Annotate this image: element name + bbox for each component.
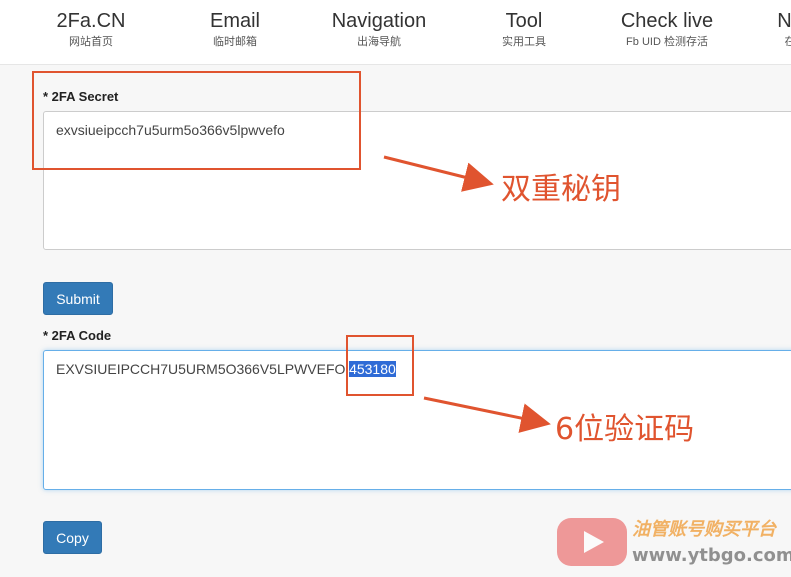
code-arrow	[423, 396, 551, 433]
code-annotation: 6位验证码	[555, 412, 695, 447]
watermark-url: www.ytbgo.com	[632, 545, 791, 566]
play-icon	[557, 518, 627, 566]
secret-annotation: 双重秘钥	[501, 172, 621, 207]
annotation-arrows	[383, 155, 551, 433]
secret-arrow	[383, 155, 494, 192]
watermark-text: 油管账号购买平台	[632, 519, 776, 540]
